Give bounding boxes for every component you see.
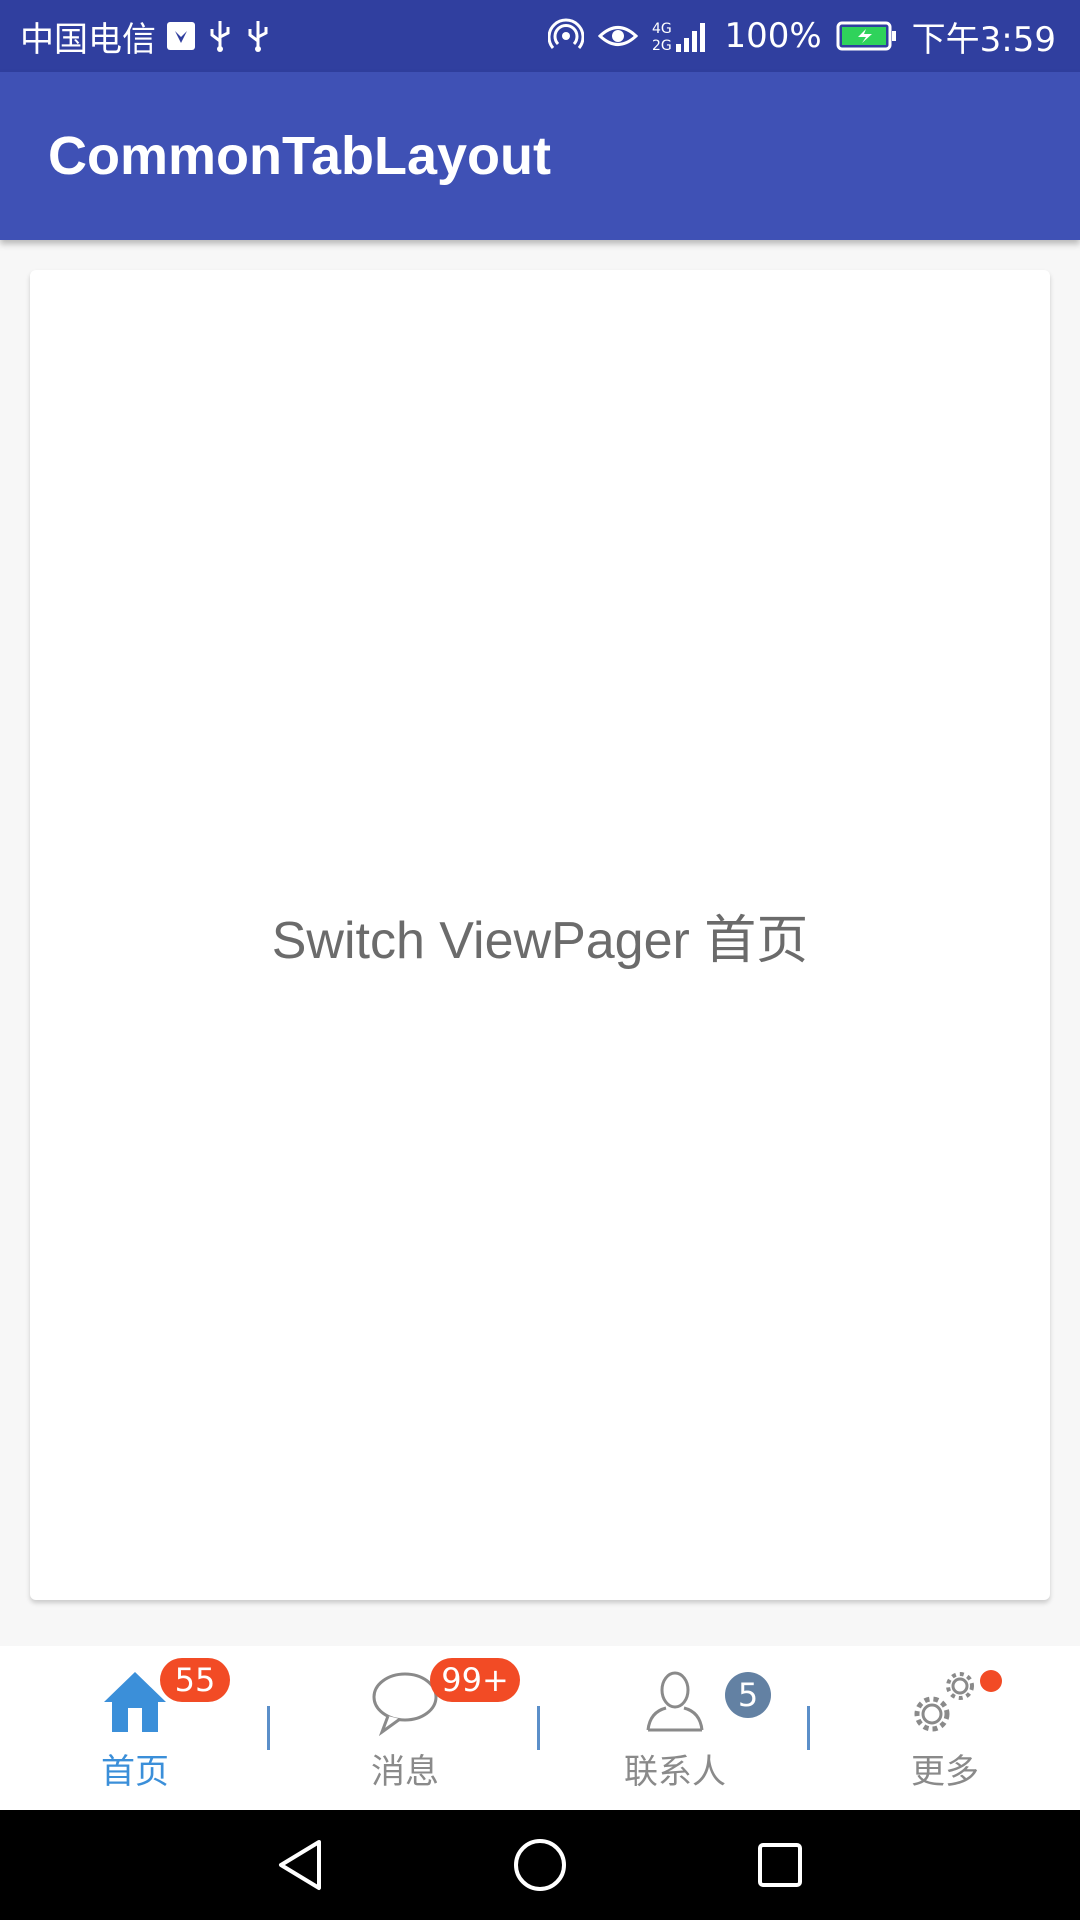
svg-text:2G: 2G [652,38,672,54]
viewpager-content-text: Switch ViewPager 首页 [271,911,809,970]
recents-icon[interactable] [660,1810,900,1920]
system-nav-bar [0,1810,1080,1920]
common-tab-layout: 首页 55 消息 99+ 联系人 5 更多 [0,1646,1080,1810]
tab-contacts[interactable]: 联系人 5 [540,1646,810,1810]
tab-label: 联系人 [624,1752,726,1792]
tab-badge-dot [980,1670,1002,1692]
clock: 下午3:59 [911,19,1056,60]
contact-person-icon [640,1666,710,1736]
battery-percent: 100% [724,16,822,56]
usb-icon [206,19,234,53]
tab-home[interactable]: 首页 55 [0,1646,270,1810]
battery-charging-icon [836,20,898,52]
home-circle-icon[interactable] [420,1810,660,1920]
hotspot-icon [548,18,585,54]
carrier-name: 中国电信 [20,19,156,60]
app-bar: CommonTabLayout [0,72,1080,240]
tab-badge: 55 [160,1658,230,1702]
status-left: 中国电信 [20,0,272,72]
viewpager-card[interactable]: Switch ViewPager 首页 [30,270,1050,1600]
tab-more[interactable]: 更多 [810,1646,1080,1810]
svg-text:4G: 4G [652,21,672,37]
status-right: 4G 2G 100% 下午3:59 [548,0,1056,72]
tab-label: 首页 [101,1752,169,1792]
gears-icon [910,1666,980,1736]
app-title: CommonTabLayout [48,126,551,186]
tab-messages[interactable]: 消息 99+ [270,1646,540,1810]
status-bar: 中国电信 4G 2G 100% 下午3:59 [0,0,1080,72]
back-icon[interactable] [180,1810,420,1920]
huawei-icon [166,21,196,51]
signal-icon: 4G 2G [652,18,710,54]
tab-label: 消息 [371,1752,439,1792]
tab-badge: 99+ [430,1658,520,1702]
usb-icon [244,19,272,53]
tab-label: 更多 [911,1752,979,1792]
tab-badge: 5 [725,1672,771,1718]
eye-icon [598,21,639,51]
